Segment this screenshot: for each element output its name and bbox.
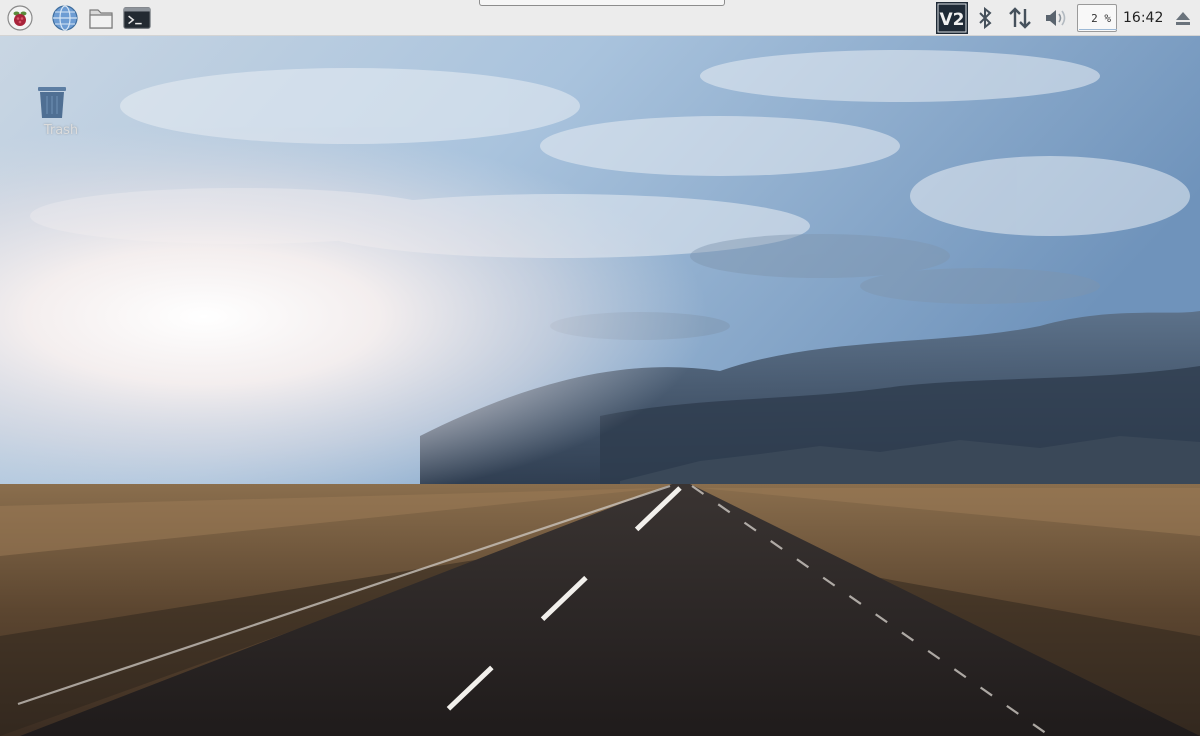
web-browser-launcher[interactable]	[51, 4, 79, 32]
volume-speaker-icon	[1046, 10, 1066, 26]
desktop[interactable]: Trash	[0, 36, 1200, 736]
cpu-usage-bar	[1079, 29, 1117, 30]
file-manager-launcher[interactable]	[87, 4, 115, 32]
vnc-server-tray-button[interactable]: V2	[936, 2, 968, 34]
raspberry-menu-icon	[7, 5, 33, 31]
vnc-label: V2	[940, 10, 965, 30]
cpu-usage-monitor[interactable]: 2 %	[1077, 4, 1117, 32]
clock[interactable]: 16:42	[1123, 10, 1163, 26]
wallpaper	[0, 36, 1200, 736]
raspberry-menu-button[interactable]	[6, 4, 34, 32]
taskbar: V2 2 % 16:42	[0, 0, 1200, 36]
trash-desktop-icon[interactable]: Trash	[32, 82, 90, 138]
trash-icon	[38, 87, 66, 118]
eject-tray-button[interactable]	[1172, 4, 1194, 32]
trash-label: Trash	[43, 123, 79, 138]
network-arrows-icon	[1009, 7, 1031, 29]
volume-tray-button[interactable]	[1041, 4, 1069, 32]
network-tray-button[interactable]	[1006, 4, 1034, 32]
file-manager-folder-icon	[89, 9, 113, 29]
cpu-usage-text: 2 %	[1091, 11, 1111, 25]
window-list-area[interactable]	[479, 0, 725, 6]
vnc-icon: V2	[936, 2, 968, 34]
web-browser-globe-icon	[52, 5, 78, 31]
eject-icon	[1176, 12, 1190, 25]
terminal-icon	[123, 7, 151, 29]
bluetooth-icon	[979, 6, 992, 30]
terminal-launcher[interactable]	[123, 4, 151, 32]
bluetooth-tray-button[interactable]	[974, 4, 996, 32]
